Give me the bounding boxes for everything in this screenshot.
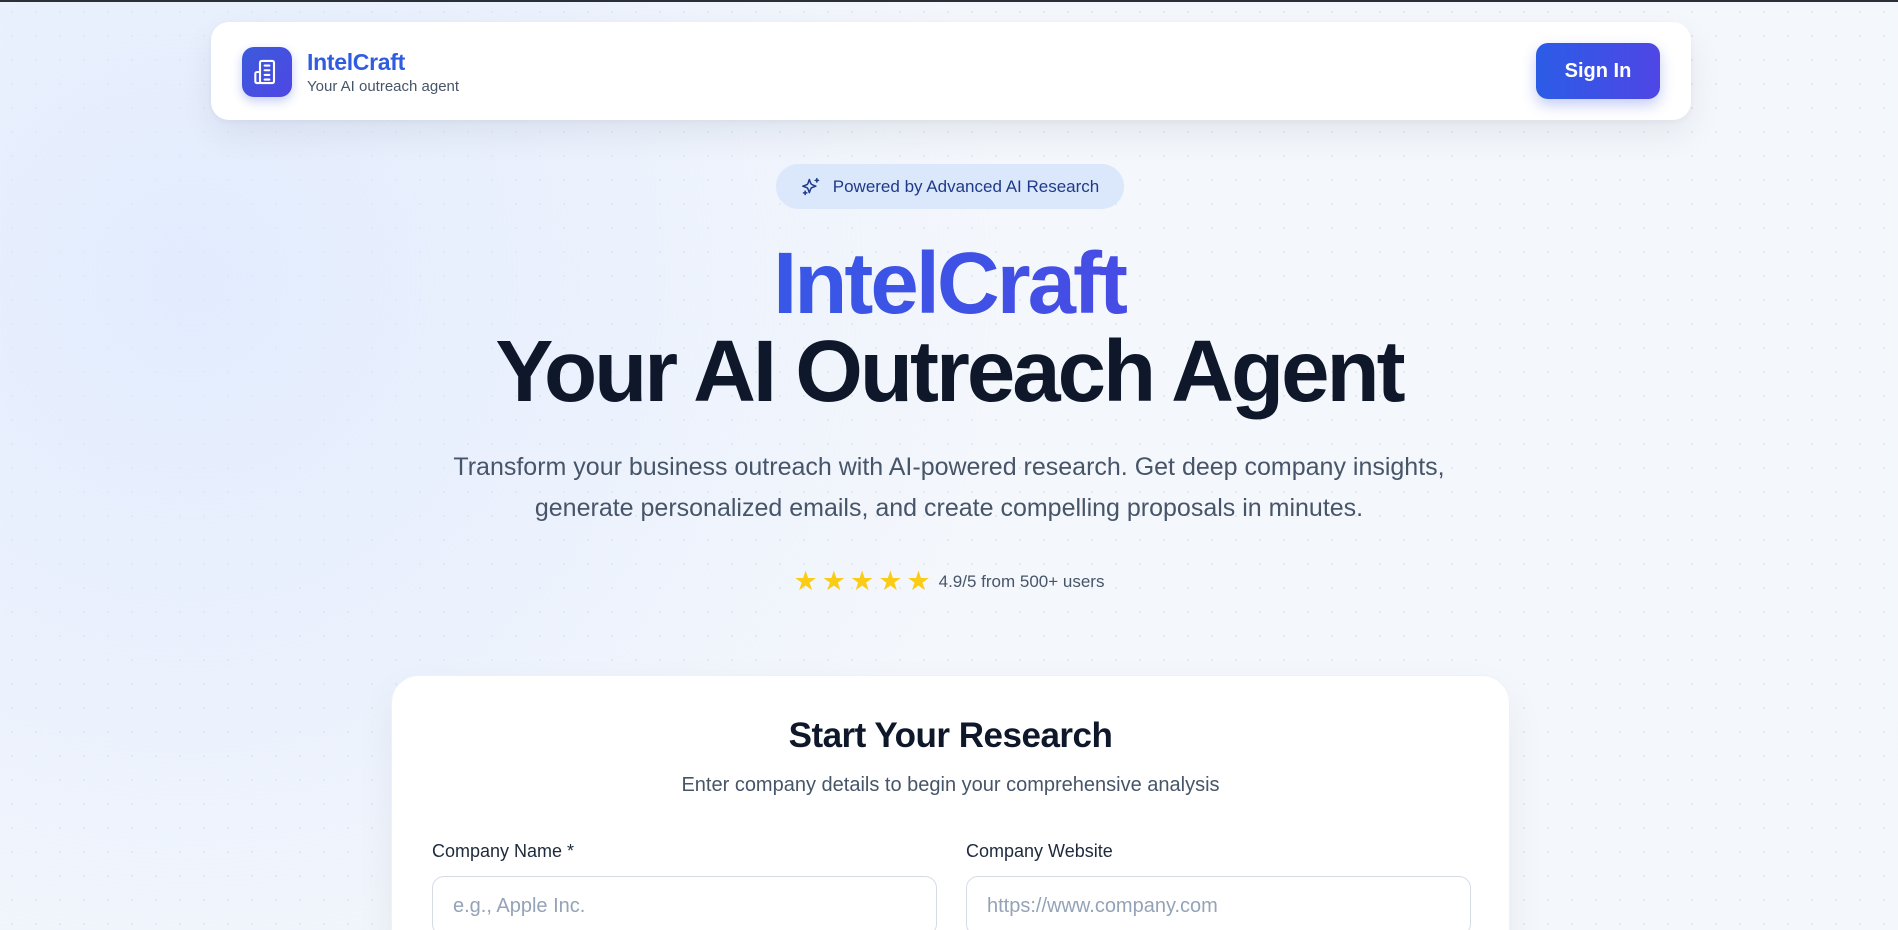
hero-brand-heading: IntelCraft	[0, 234, 1898, 334]
brand-name: IntelCraft	[307, 48, 405, 75]
brand-text: IntelCraft Your AI outreach agent	[307, 48, 459, 97]
research-form-card: Start Your Research Enter company detail…	[391, 675, 1510, 930]
company-website-input[interactable]	[966, 876, 1471, 930]
form-title: Start Your Research	[788, 716, 1113, 755]
rating-stars: ★ ★ ★ ★ ★	[794, 567, 931, 597]
star-icon: ★	[821, 566, 846, 597]
sign-in-button[interactable]: Sign In	[1536, 43, 1660, 99]
star-icon: ★	[793, 566, 818, 597]
hero-description: Transform your business outreach with AI…	[453, 453, 1445, 522]
building-icon	[242, 47, 292, 97]
star-icon: ★	[878, 566, 903, 597]
rating-text: 4.9/5 from 500+ users	[938, 572, 1105, 591]
company-name-label: Company Name *	[432, 841, 575, 861]
company-website-label: Company Website	[966, 841, 1113, 861]
hero-title: Your AI Outreach Agent	[495, 323, 1405, 420]
form-subtitle: Enter company details to begin your comp…	[681, 774, 1220, 796]
badge-text: Powered by Advanced AI Research	[832, 176, 1100, 196]
brand-tagline: Your AI outreach agent	[307, 77, 460, 95]
company-name-input[interactable]	[432, 876, 937, 930]
sparkles-icon	[801, 177, 821, 197]
star-icon: ★	[849, 566, 875, 597]
rating: ★ ★ ★ ★ ★ 4.9/5 from 500+ users	[0, 567, 1898, 597]
top-navbar: IntelCraft Your AI outreach agent Sign I…	[211, 22, 1691, 120]
star-icon: ★	[906, 566, 931, 597]
powered-by-badge: Powered by Advanced AI Research	[776, 164, 1124, 209]
brand[interactable]: IntelCraft Your AI outreach agent	[242, 47, 459, 97]
